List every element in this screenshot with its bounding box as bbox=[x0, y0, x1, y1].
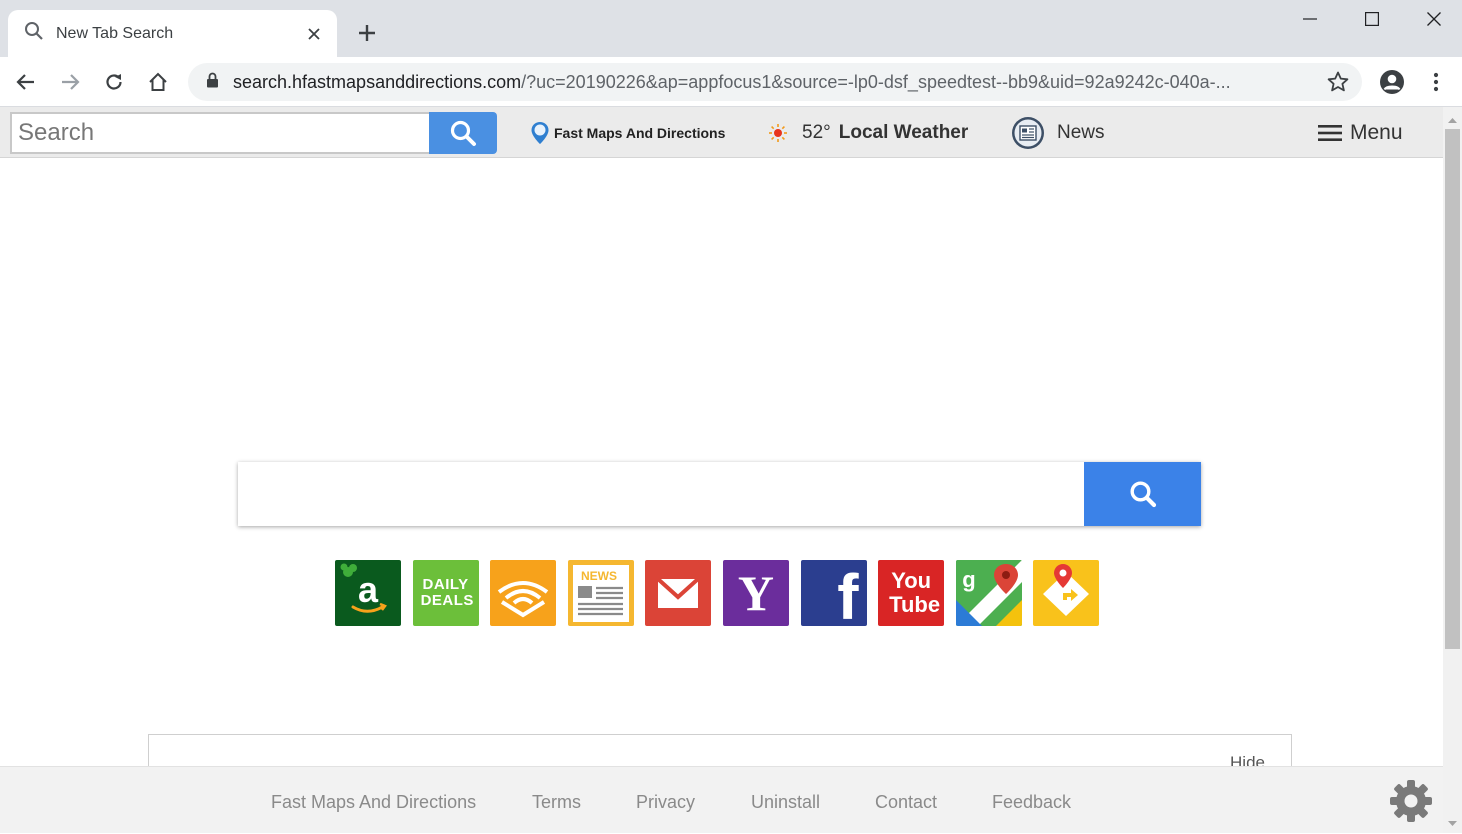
search-icon bbox=[24, 21, 44, 46]
bookmark-star-icon[interactable] bbox=[1326, 70, 1350, 94]
news-link[interactable]: News bbox=[1011, 107, 1105, 158]
main-search-button[interactable] bbox=[1084, 462, 1201, 526]
back-icon[interactable] bbox=[11, 67, 41, 97]
main-search-box bbox=[238, 462, 1201, 526]
new-tab-button[interactable] bbox=[352, 18, 382, 48]
scroll-up-icon[interactable] bbox=[1447, 113, 1458, 124]
brand-name: Fast Maps And Directions bbox=[554, 124, 726, 141]
lock-icon bbox=[206, 72, 219, 93]
active-tab[interactable]: New Tab Search bbox=[8, 10, 337, 57]
facebook-shortcut[interactable]: f bbox=[800, 560, 867, 626]
scroll-down-icon[interactable] bbox=[1447, 816, 1458, 827]
svg-text:g: g bbox=[962, 567, 975, 592]
tab-title: New Tab Search bbox=[56, 24, 174, 42]
reload-icon[interactable] bbox=[99, 67, 129, 97]
footer-link-brand[interactable]: Fast Maps And Directions bbox=[271, 792, 476, 813]
minimize-icon[interactable] bbox=[1290, 6, 1330, 32]
directions-icon bbox=[1043, 564, 1090, 616]
footer-link-contact[interactable]: Contact bbox=[875, 792, 937, 813]
amazon-letter: a bbox=[358, 569, 379, 610]
address-url: search.hfastmapsanddirections.com/?uc=20… bbox=[233, 72, 1303, 93]
amazon-shortcut[interactable]: a bbox=[335, 560, 401, 626]
url-host: search.hfastmapsanddirections.com bbox=[233, 71, 522, 92]
profile-avatar-icon[interactable] bbox=[1377, 67, 1407, 97]
scrollbar-thumb[interactable] bbox=[1445, 129, 1460, 649]
close-tab-icon[interactable] bbox=[303, 23, 325, 45]
browser-toolbar: search.hfastmapsanddirections.com/?uc=20… bbox=[0, 57, 1462, 107]
url-path: /?uc=20190226&ap=appfocus1&source=-lp0-d… bbox=[521, 71, 1231, 92]
facebook-letter: f bbox=[837, 561, 859, 626]
header-search-button[interactable] bbox=[429, 112, 497, 154]
vertical-scrollbar[interactable] bbox=[1443, 107, 1462, 833]
news-shortcut[interactable]: NEWS bbox=[567, 560, 634, 626]
shortcut-tiles: a DAILY DEALS NEWS Y f You Tube g bbox=[335, 560, 1111, 626]
footer-link-uninstall[interactable]: Uninstall bbox=[751, 792, 820, 813]
sun-icon bbox=[769, 123, 787, 142]
maximize-icon[interactable] bbox=[1352, 6, 1392, 32]
daily-deals-shortcut[interactable]: DAILY DEALS bbox=[412, 560, 479, 626]
maps-directions-shortcut[interactable] bbox=[1033, 560, 1100, 626]
google-maps-shortcut[interactable]: g bbox=[955, 560, 1022, 626]
search-icon bbox=[1129, 481, 1156, 508]
weather-label: Local Weather bbox=[838, 121, 969, 143]
weather-link[interactable]: 52° Local Weather bbox=[768, 107, 968, 158]
tab-strip: New Tab Search bbox=[0, 0, 1462, 57]
page-header: Fast Maps And Directions 52° Local Weath… bbox=[0, 107, 1443, 158]
news-tile-label: NEWS bbox=[581, 569, 617, 583]
footer-link-terms[interactable]: Terms bbox=[532, 792, 581, 813]
footer: Fast Maps And Directions Terms Privacy U… bbox=[0, 766, 1443, 833]
footer-link-feedback[interactable]: Feedback bbox=[992, 792, 1071, 813]
browser-menu-icon[interactable] bbox=[1421, 67, 1451, 97]
menu-button[interactable]: Menu bbox=[1318, 107, 1403, 158]
news-label: News bbox=[1057, 121, 1105, 143]
header-search-input[interactable] bbox=[10, 112, 430, 154]
yahoo-letter: Y bbox=[737, 565, 775, 621]
hamburger-icon bbox=[1318, 124, 1342, 141]
youtube-label: You Tube bbox=[889, 568, 941, 617]
home-icon[interactable] bbox=[143, 67, 173, 97]
address-bar[interactable]: search.hfastmapsanddirections.com/?uc=20… bbox=[188, 63, 1362, 101]
amazon-icon: a bbox=[340, 563, 387, 613]
main-search-input[interactable] bbox=[238, 462, 1084, 526]
weather-temperature: 52° bbox=[802, 121, 831, 143]
newspaper-icon bbox=[1012, 116, 1044, 149]
audible-icon bbox=[497, 581, 549, 618]
map-pin-icon bbox=[531, 121, 549, 144]
google-maps-icon: g bbox=[955, 560, 1022, 626]
gear-icon[interactable] bbox=[1388, 778, 1434, 824]
brand-link[interactable]: Fast Maps And Directions bbox=[530, 107, 725, 158]
youtube-shortcut[interactable]: You Tube bbox=[878, 560, 945, 626]
menu-label: Menu bbox=[1350, 120, 1403, 144]
envelope-icon bbox=[657, 577, 700, 608]
yahoo-shortcut[interactable]: Y bbox=[722, 560, 789, 626]
close-window-icon[interactable] bbox=[1414, 6, 1454, 32]
audible-shortcut[interactable] bbox=[490, 560, 557, 626]
page-content: Fast Maps And Directions 52° Local Weath… bbox=[0, 107, 1443, 833]
search-icon bbox=[450, 120, 476, 146]
newspaper-icon: NEWS bbox=[572, 565, 629, 622]
forward-icon[interactable] bbox=[55, 67, 85, 97]
footer-link-privacy[interactable]: Privacy bbox=[636, 792, 695, 813]
daily-deals-label: DAILY DEALS bbox=[420, 576, 474, 609]
gmail-shortcut[interactable] bbox=[645, 560, 712, 626]
